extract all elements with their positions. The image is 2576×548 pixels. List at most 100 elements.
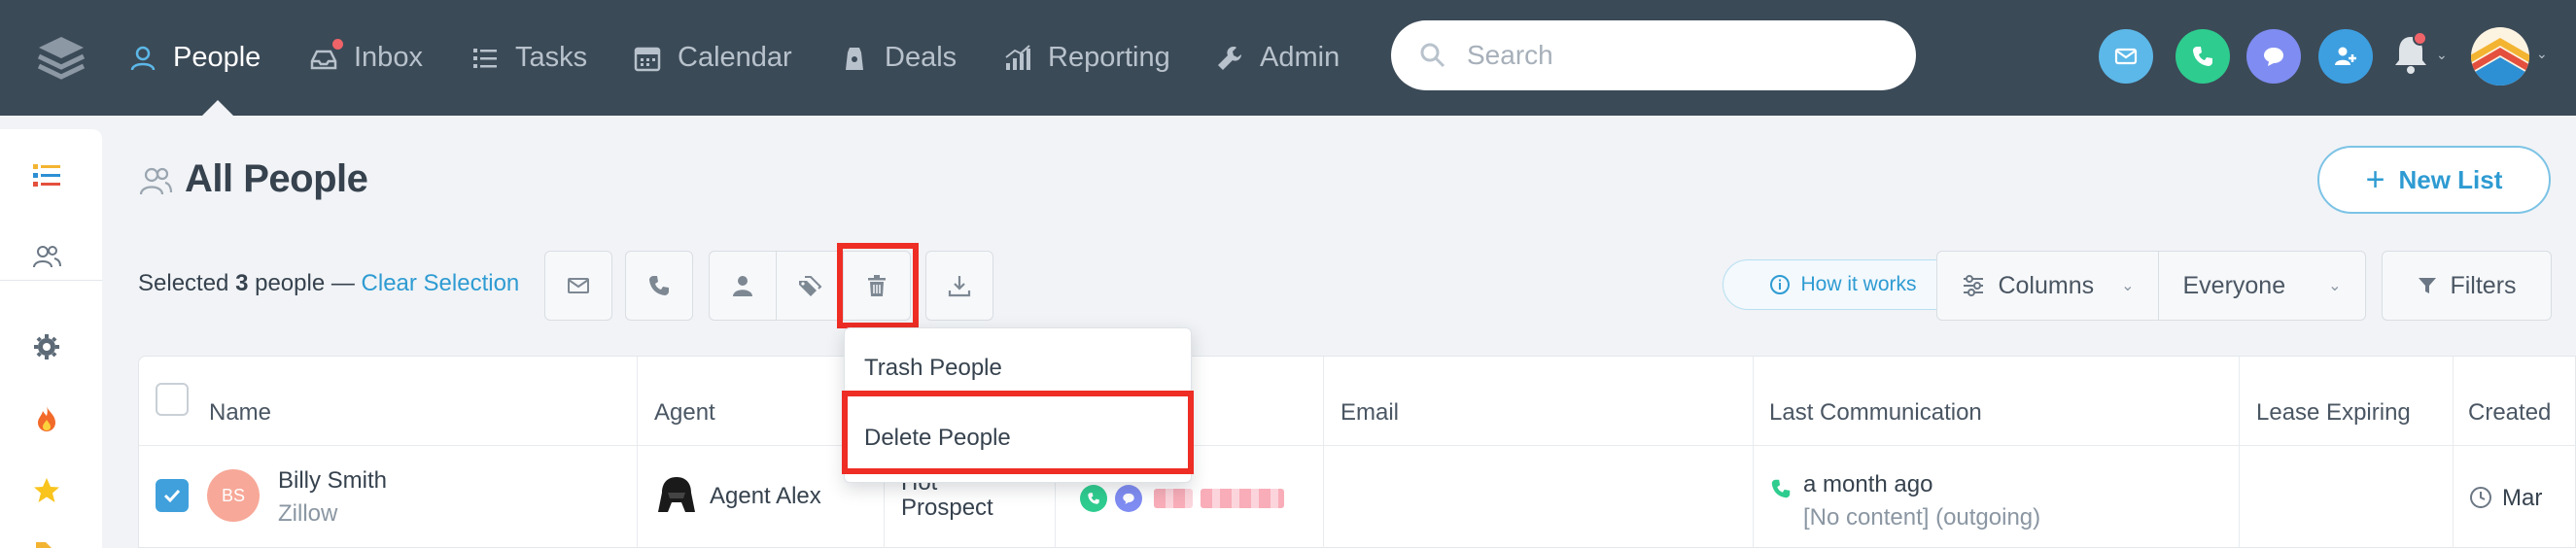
fire-icon[interactable] (29, 401, 64, 436)
column-header-lease-expiring[interactable]: Lease Expiring (2256, 399, 2411, 427)
nav-label: People (173, 42, 261, 73)
phone-icon (1771, 479, 1791, 498)
selected-prefix: Selected (138, 270, 229, 296)
column-header-last-communication[interactable]: Last Communication (1769, 399, 1982, 427)
app-logo-icon[interactable] (37, 35, 86, 80)
info-icon (1770, 275, 1791, 294)
avatar: BS (207, 469, 260, 522)
selection-status: Selected 3 people — Clear Selection (138, 270, 519, 297)
nav-label: Admin (1260, 42, 1340, 73)
nav-label: Reporting (1048, 42, 1170, 73)
column-header-name[interactable]: Name (209, 399, 271, 427)
row-checkbox[interactable] (156, 479, 189, 512)
agent-avatar (655, 474, 698, 517)
nav-item-people[interactable]: People (128, 0, 261, 116)
active-nav-indicator (202, 100, 233, 116)
nav-item-deals[interactable]: Deals (840, 0, 957, 116)
columns-dropdown[interactable]: Columns ⌄ (1936, 251, 2159, 321)
person-source: Zillow (278, 500, 338, 527)
deals-icon (846, 47, 863, 70)
left-sidebar (0, 129, 102, 548)
person-name[interactable]: Billy Smith (278, 467, 387, 495)
people-group-icon[interactable] (29, 239, 64, 274)
redacted-phone (1201, 489, 1284, 508)
tags-icon (799, 276, 822, 296)
nav-label: Deals (885, 42, 957, 73)
nav-label: Inbox (354, 42, 423, 73)
sliders-icon (1964, 275, 1984, 296)
plus-icon: + (2365, 161, 2385, 198)
reporting-icon (1005, 44, 1030, 70)
chat-bubble-icon (2264, 48, 2283, 66)
unread-dot (331, 37, 345, 51)
column-header-created[interactable]: Created (2468, 399, 2551, 427)
call-quick-button[interactable] (2176, 29, 2230, 84)
everyone-dropdown[interactable]: Everyone ⌄ (2158, 251, 2366, 321)
assign-agent-button[interactable] (709, 251, 777, 321)
how-it-works-button[interactable]: How it works (1723, 259, 1964, 310)
nav-item-reporting[interactable]: Reporting (1003, 0, 1170, 116)
nav-item-admin[interactable]: Admin (1215, 0, 1340, 116)
search-bar[interactable] (1391, 20, 1916, 90)
stage-line2: Prospect (901, 495, 993, 521)
select-all-checkbox[interactable] (156, 383, 189, 416)
smart-lists-icon[interactable] (29, 158, 64, 193)
star-icon[interactable] (29, 473, 64, 508)
account-menu[interactable]: ⌄ (2470, 26, 2548, 86)
clear-selection-link[interactable]: Clear Selection (362, 270, 520, 296)
bulk-call-button[interactable] (625, 251, 693, 321)
selected-suffix: people — (255, 270, 355, 296)
filters-button[interactable]: Filters (2382, 251, 2552, 321)
top-navigation-bar: People Inbox Tasks Calendar Deals Report… (0, 0, 2576, 116)
table-row[interactable]: BS Billy Smith Zillow Agent Alex Hot Pro… (139, 446, 2576, 548)
phone-icon[interactable] (1080, 485, 1107, 512)
tag-icon[interactable] (29, 535, 64, 548)
people-group-icon (139, 167, 173, 195)
add-contact-button[interactable] (2318, 29, 2373, 84)
nav-label: Tasks (515, 42, 588, 73)
trash-button-highlight (837, 243, 919, 328)
agent-name[interactable]: Agent Alex (710, 483, 821, 510)
tag-button[interactable] (776, 251, 844, 321)
envelope-icon (2114, 48, 2138, 65)
email-quick-button[interactable] (2099, 29, 2153, 84)
nav-item-inbox[interactable]: Inbox (309, 0, 423, 116)
notification-dot (2413, 31, 2427, 46)
new-list-label: New List (2398, 164, 2503, 194)
page-title: All People (185, 157, 368, 200)
nav-label: Calendar (678, 42, 792, 73)
chevron-down-icon: ⌄ (2121, 278, 2135, 294)
last-communication-time: a month ago (1803, 471, 1933, 497)
new-list-button[interactable]: + New List (2317, 146, 2551, 214)
bulk-email-button[interactable] (544, 251, 612, 321)
column-header-agent[interactable]: Agent (654, 399, 715, 427)
clock-icon (2470, 487, 2491, 508)
avatar (2471, 27, 2529, 86)
filters-label: Filters (2450, 271, 2517, 299)
phone-icon (649, 276, 669, 295)
phone-icon (2193, 47, 2212, 66)
redacted-phone (1154, 489, 1193, 508)
chat-quick-button[interactable] (2246, 29, 2301, 84)
gear-icon[interactable] (29, 329, 64, 364)
search-icon (1420, 43, 1445, 68)
chevron-down-icon: ⌄ (2536, 46, 2548, 61)
filter-icon (2419, 278, 2437, 293)
nav-item-calendar[interactable]: Calendar (633, 0, 792, 116)
selected-count: 3 (235, 270, 249, 296)
person-icon (130, 46, 156, 70)
envelope-icon (568, 278, 589, 293)
download-icon (948, 276, 971, 297)
last-communication-detail: [No content] (outgoing) (1803, 504, 2041, 531)
nav-item-tasks[interactable]: Tasks (470, 0, 587, 116)
add-person-icon (2335, 47, 2356, 65)
chevron-down-icon: ⌄ (2436, 47, 2448, 62)
everyone-label: Everyone (2182, 271, 2286, 299)
column-header-email[interactable]: Email (1340, 399, 1399, 427)
search-input[interactable] (1467, 40, 1875, 71)
chevron-down-icon: ⌄ (2328, 278, 2342, 294)
person-icon (733, 276, 752, 296)
chat-bubble-icon[interactable] (1115, 485, 1142, 512)
export-button[interactable] (925, 251, 993, 321)
notifications-button[interactable]: ⌄ (2391, 31, 2450, 84)
